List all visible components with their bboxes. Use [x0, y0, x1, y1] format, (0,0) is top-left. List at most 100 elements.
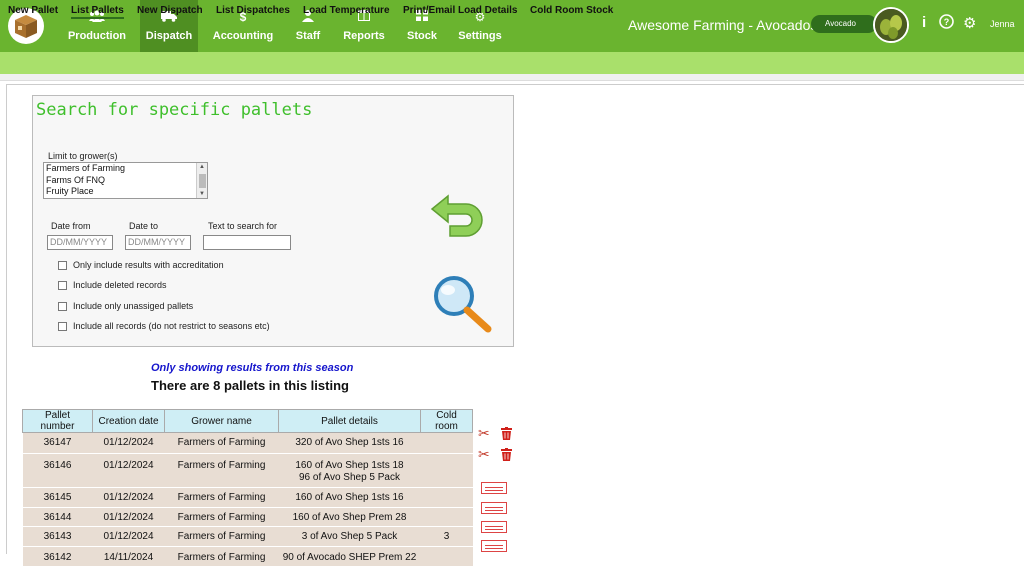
cell-pallet: 36146 [22, 453, 93, 488]
deleted-label: Include deleted records [73, 280, 167, 290]
cell-details: 90 of Avocado SHEP Prem 22 [278, 546, 421, 567]
trash-icon[interactable] [501, 448, 512, 461]
grower-option[interactable]: Farms Of FNQ [44, 175, 207, 187]
scroll-down-icon[interactable]: ▼ [199, 191, 205, 197]
subnav-print-email-load[interactable]: Print/Email Load Details [403, 5, 517, 16]
col-pallet-number[interactable]: Pallet number [22, 409, 93, 433]
svg-text:?: ? [944, 17, 950, 27]
crop-selector[interactable]: Avocado [811, 15, 877, 33]
col-cold-room[interactable]: Cold room [420, 409, 473, 433]
avocado-photo-icon [875, 9, 907, 41]
cell-cold-room [420, 487, 473, 508]
cell-details: 160 of Avo Shep 1sts 16 [278, 487, 421, 508]
grower-option[interactable]: Fruity Place [44, 186, 207, 198]
table-row[interactable]: 36143 01/12/2024 Farmers of Farming 3 of… [22, 526, 473, 547]
help-icon[interactable]: ? [939, 14, 954, 33]
pallet-table: Pallet number Creation date Grower name … [22, 409, 473, 567]
cell-details: 320 of Avo Shep 1sts 16 [278, 432, 421, 454]
cell-cold-room [420, 432, 473, 454]
nav-label: Reports [343, 30, 385, 42]
subnav-list-pallets[interactable]: List Pallets [71, 5, 124, 19]
table-row[interactable]: 36144 01/12/2024 Farmers of Farming 160 … [22, 507, 473, 527]
cell-pallet: 36143 [22, 526, 93, 547]
scroll-thumb[interactable] [199, 174, 206, 188]
cell-date: 01/12/2024 [92, 487, 165, 508]
date-to-input[interactable]: DD/MM/YYYY [125, 235, 191, 250]
divider [0, 74, 1024, 81]
date-from-input[interactable]: DD/MM/YYYY [47, 235, 113, 250]
all-records-checkbox[interactable] [58, 322, 67, 331]
all-records-label: Include all records (do not restrict to … [73, 321, 270, 331]
col-creation-date[interactable]: Creation date [92, 409, 165, 433]
subnav-list-dispatches[interactable]: List Dispatches [216, 5, 290, 16]
search-title: Search for specific pallets [36, 100, 313, 120]
subnav-cold-room-stock[interactable]: Cold Room Stock [530, 5, 613, 16]
unassigned-label: Include only unassiged pallets [73, 301, 194, 311]
label-print-icon[interactable] [481, 521, 507, 533]
cell-pallet: 36144 [22, 507, 93, 527]
deleted-checkbox[interactable] [58, 281, 67, 290]
cell-details: 160 of Avo Shep Prem 28 [278, 507, 421, 527]
trash-icon[interactable] [501, 427, 512, 440]
col-pallet-details[interactable]: Pallet details [278, 409, 421, 433]
grower-listbox[interactable]: Farmers of Farming Farms Of FNQ Fruity P… [43, 162, 208, 199]
cell-cold-room [420, 546, 473, 567]
subnav-new-pallet[interactable]: New Pallet [8, 5, 58, 16]
unassigned-checkbox[interactable] [58, 302, 67, 311]
app-title: Awesome Farming - Avocados [628, 17, 818, 33]
text-search-label: Text to search for [208, 221, 278, 231]
grower-label: Limit to grower(s) [48, 151, 118, 161]
listbox-scrollbar[interactable]: ▲ ▼ [196, 163, 207, 198]
info-icon[interactable]: i [922, 14, 926, 31]
detail-line: 160 of Avo Shep 1sts 18 [295, 460, 404, 471]
nav-label: Stock [407, 30, 437, 42]
accreditation-label: Only include results with accreditation [73, 260, 224, 270]
table-header-row: Pallet number Creation date Grower name … [22, 409, 473, 433]
cell-grower: Farmers of Farming [164, 453, 279, 488]
table-row[interactable]: 36142 14/11/2024 Farmers of Farming 90 o… [22, 546, 473, 567]
label-print-icon[interactable] [481, 502, 507, 514]
grower-option[interactable]: Farmers of Farming [44, 163, 207, 175]
subnav-load-temperature[interactable]: Load Temperature [303, 5, 390, 16]
nav-label: Settings [458, 30, 502, 42]
scroll-up-icon[interactable]: ▲ [199, 164, 205, 170]
settings-gear-icon[interactable]: ⚙ [963, 14, 976, 32]
cell-grower: Farmers of Farming [164, 526, 279, 547]
reset-undo-button[interactable] [428, 190, 490, 246]
scissors-icon[interactable]: ✂ [478, 446, 490, 463]
search-button[interactable] [430, 273, 494, 333]
cell-grower: Farmers of Farming [164, 546, 279, 567]
cell-date: 01/12/2024 [92, 526, 165, 547]
sub-navbar [0, 52, 1024, 74]
label-print-icon[interactable] [481, 482, 507, 494]
table-row[interactable]: 36146 01/12/2024 Farmers of Farming 160 … [22, 453, 473, 488]
cell-cold-room: 3 [420, 526, 473, 547]
nav-label: Accounting [212, 30, 274, 42]
cell-grower: Farmers of Farming [164, 507, 279, 527]
text-search-input[interactable] [203, 235, 291, 250]
col-grower-name[interactable]: Grower name [164, 409, 279, 433]
season-note: Only showing results from this season [151, 362, 354, 374]
table-row[interactable]: 36145 01/12/2024 Farmers of Farming 160 … [22, 487, 473, 508]
scissors-icon[interactable]: ✂ [478, 425, 490, 442]
subnav-new-dispatch[interactable]: New Dispatch [137, 5, 203, 16]
label-print-icon[interactable] [481, 540, 507, 552]
avatar[interactable] [873, 7, 909, 43]
pallet-count: There are 8 pallets in this listing [151, 378, 349, 393]
cell-details: 3 of Avo Shep 5 Pack [278, 526, 421, 547]
nav-label: Dispatch [145, 30, 193, 42]
accreditation-checkbox[interactable] [58, 261, 67, 270]
user-name[interactable]: Jenna [990, 19, 1015, 29]
table-row[interactable]: 36147 01/12/2024 Farmers of Farming 320 … [22, 432, 473, 454]
cell-pallet: 36142 [22, 546, 93, 567]
detail-line: 96 of Avo Shep 5 Pack [298, 472, 400, 483]
date-to-label: Date to [129, 221, 159, 231]
cell-date: 01/12/2024 [92, 432, 165, 454]
cell-cold-room [420, 507, 473, 527]
undo-arrow-icon [430, 194, 483, 237]
cell-grower: Farmers of Farming [164, 432, 279, 454]
cell-pallet: 36145 [22, 487, 93, 508]
cell-cold-room [420, 453, 473, 488]
magnifier-icon [434, 276, 492, 333]
cell-pallet: 36147 [22, 432, 93, 454]
